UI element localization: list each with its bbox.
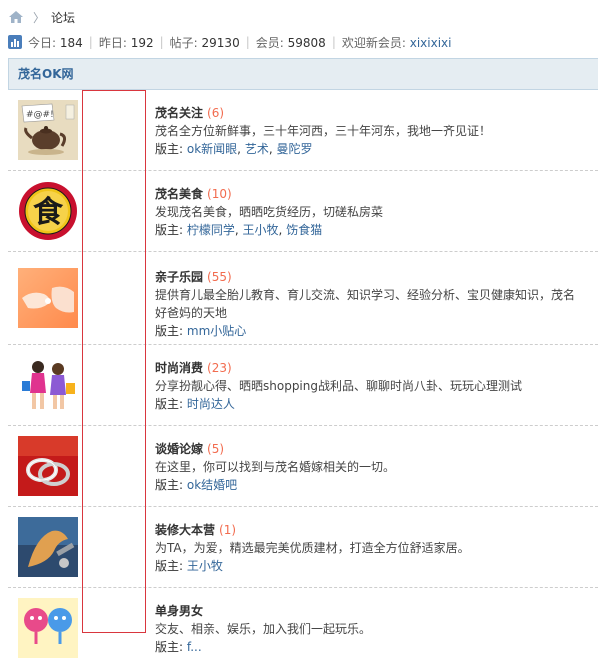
couple-icon[interactable] <box>18 598 78 658</box>
moderator-link[interactable]: ok新闻眼 <box>187 142 237 156</box>
bar-chart-icon <box>8 35 22 49</box>
forum-title[interactable]: 茂名关注 <box>155 106 203 120</box>
breadcrumb-current[interactable]: 论坛 <box>51 9 75 26</box>
food-icon[interactable]: 食 <box>18 181 78 241</box>
rings-icon[interactable] <box>18 436 78 496</box>
svg-text:#@#!: #@#! <box>26 110 54 120</box>
moderators: 版主: 时尚达人 <box>155 397 235 411</box>
forum-info: 装修大本营 (1) 为TA，为爱，精选最完美优质建材，打造全方位舒适家居。 版主:… <box>155 521 585 575</box>
stat-divider: | <box>88 35 93 49</box>
stat-divider: | <box>245 35 250 49</box>
moderators: 版主: 王小牧 <box>155 559 223 573</box>
forum-title[interactable]: 谈婚论嫁 <box>155 442 203 456</box>
forum-info: 单身男女 交友、相亲、娱乐，加入我们一起玩乐。 版主: f... <box>155 602 585 656</box>
stat-divider: | <box>331 35 336 49</box>
moderator-link[interactable]: 柠檬同学 <box>187 223 235 237</box>
forum-info: 茂名关注 (6) 茂名全方位新鲜事，三十年河西，三十年河东，我地一齐见证！ 版主:… <box>155 104 585 158</box>
home-icon[interactable] <box>8 10 24 24</box>
moderator-link[interactable]: ok结婚吧 <box>187 478 237 492</box>
forum-post-count: (23) <box>207 361 232 375</box>
forum-title[interactable]: 装修大本营 <box>155 523 215 537</box>
forum-description: 分享扮靓心得、晒晒shopping战利品、聊聊时尚八卦、玩玩心理测试 <box>155 379 522 393</box>
forum-description: 为TA，为爱，精选最完美优质建材，打造全方位舒适家居。 <box>155 541 470 555</box>
moderator-link[interactable]: 饬食猫 <box>286 223 322 237</box>
forum-title[interactable]: 亲子乐园 <box>155 270 203 284</box>
forum-description: 交友、相亲、娱乐，加入我们一起玩乐。 <box>155 622 372 636</box>
forum-post-count: (10) <box>207 187 232 201</box>
forum-post-count: (55) <box>207 270 232 284</box>
forum-description: 在这里，你可以找到与茂名婚嫁相关的一切。 <box>155 460 396 474</box>
moderator-link[interactable]: mm小贴心 <box>187 324 246 338</box>
forum-info: 时尚消费 (23) 分享扮靓心得、晒晒shopping战利品、聊聊时尚八卦、玩玩心… <box>155 359 585 413</box>
forum-info: 谈婚论嫁 (5) 在这里，你可以找到与茂名婚嫁相关的一切。 版主: ok结婚吧 <box>155 440 585 494</box>
today-stat: 今日: 184 <box>28 35 83 50</box>
forum-post-count: (1) <box>219 523 237 537</box>
forum-stats: 今日: 184 | 昨日: 192 | 帖子: 29130 | 会员: 5980… <box>8 34 452 50</box>
forum-info: 茂名美食 (10) 发现茂名美食，晒晒吃货经历，切磋私房菜 版主: 柠檬同学, 王… <box>155 185 585 239</box>
yesterday-stat: 昨日: 192 <box>98 35 154 50</box>
forum-title[interactable]: 茂名美食 <box>155 187 203 201</box>
tools-icon[interactable] <box>18 517 78 577</box>
moderator-link[interactable]: 时尚达人 <box>187 397 235 411</box>
forum-post-count: (5) <box>207 442 225 456</box>
forum-title[interactable]: 时尚消费 <box>155 361 203 375</box>
forum-title[interactable]: 单身男女 <box>155 604 203 618</box>
moderator-link[interactable]: f... <box>187 640 202 654</box>
moderator-link[interactable]: 王小牧 <box>187 559 223 573</box>
moderators: 版主: ok新闻眼, 艺术, 曼陀罗 <box>155 142 313 156</box>
forum-post-count: (6) <box>207 106 225 120</box>
moderator-link[interactable]: 艺术 <box>245 142 269 156</box>
members-stat: 会员: 59808 <box>255 35 326 50</box>
forum-info: 亲子乐园 (55) 提供育儿最全胎儿教育、育儿交流、知识学习、经验分析、宝贝健康知… <box>155 268 585 340</box>
highlight-box <box>82 90 146 633</box>
posts-stat: 帖子: 29130 <box>169 35 240 50</box>
breadcrumb: 〉 论坛 <box>8 8 75 26</box>
moderators: 版主: ok结婚吧 <box>155 478 238 492</box>
teapot-icon[interactable]: #@#! <box>18 100 78 160</box>
stat-divider: | <box>159 35 164 49</box>
forum-description: 茂名全方位新鲜事，三十年河西，三十年河东，我地一齐见证！ <box>155 124 492 138</box>
hands-icon[interactable] <box>18 268 78 328</box>
moderator-link[interactable]: 王小牧 <box>243 223 279 237</box>
moderator-link[interactable]: 曼陀罗 <box>276 142 312 156</box>
shopping-girls-icon[interactable] <box>18 355 78 415</box>
forum-description: 发现茂名美食，晒晒吃货经历，切磋私房菜 <box>155 205 384 219</box>
breadcrumb-separator: 〉 <box>33 10 46 25</box>
welcome-stat: 欢迎新会员: xixixixi <box>341 35 452 50</box>
category-title[interactable]: 茂名OK网 <box>8 59 598 90</box>
moderators: 版主: f... <box>155 640 202 654</box>
moderators: 版主: mm小贴心 <box>155 324 247 338</box>
newest-member-link[interactable]: xixixixi <box>410 36 452 50</box>
svg-text:食: 食 <box>33 195 64 230</box>
moderators: 版主: 柠檬同学, 王小牧, 饬食猫 <box>155 223 323 237</box>
forum-description: 提供育儿最全胎儿教育、育儿交流、知识学习、经验分析、宝贝健康知识，茂名好爸妈的天… <box>155 288 576 320</box>
